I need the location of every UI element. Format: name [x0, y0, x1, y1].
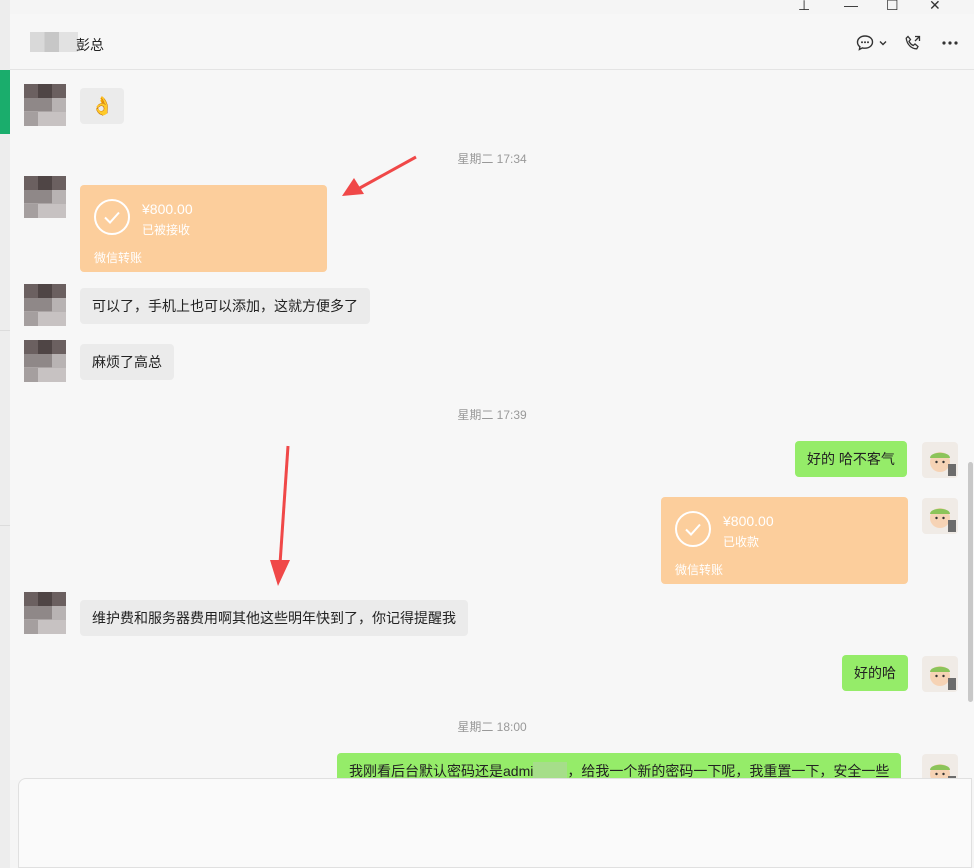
maximize-icon[interactable]: ☐ — [886, 0, 899, 14]
active-chat-indicator — [0, 70, 10, 134]
message-bubble[interactable]: 维护费和服务器费用啊其他这些明年快到了，你记得提醒我 — [80, 600, 468, 636]
sidebar-edge — [0, 0, 10, 868]
transfer-card-self[interactable]: ¥800.00 已收款 微信转账 — [661, 497, 908, 584]
check-circle-icon — [675, 511, 711, 547]
transfer-amount: ¥800.00 — [723, 513, 774, 529]
more-icon[interactable] — [940, 33, 960, 53]
divider — [0, 525, 10, 526]
avatar-self[interactable] — [922, 442, 958, 478]
chat-header: 彭总 — [10, 14, 974, 70]
message-text: ，给我一个新的密码一下呢，我重置一下，安全一些 — [567, 763, 890, 779]
message-bubble[interactable]: 👌 — [80, 88, 125, 124]
transfer-label: 微信转账 — [94, 251, 143, 265]
transfer-status: 已被接收 — [142, 223, 191, 237]
transfer-status: 已收款 — [723, 535, 760, 549]
minimize-icon[interactable]: — — [844, 0, 858, 14]
message-bubble-self[interactable]: 好的 哈不客气 — [795, 441, 907, 477]
transfer-label: 微信转账 — [675, 563, 724, 577]
avatar-self[interactable] — [922, 498, 958, 534]
scrollbar[interactable] — [968, 462, 973, 702]
pin-icon[interactable]: ⊥ — [798, 0, 810, 14]
annotation-arrow — [270, 445, 290, 586]
check-circle-icon — [94, 199, 130, 235]
transfer-card[interactable]: ¥800.00 已被接收 微信转账 — [80, 185, 327, 272]
message-text: 我刚看后台默认密码还是admi — [349, 763, 534, 779]
timestamp: 星期二 18:00 — [457, 720, 527, 734]
message-input[interactable] — [18, 778, 972, 868]
divider — [0, 330, 10, 331]
avatar-self[interactable] — [922, 656, 958, 692]
avatar[interactable] — [24, 176, 66, 218]
window-controls: ⊥ — ☐ ✕ — [774, 0, 974, 14]
avatar[interactable] — [24, 84, 66, 126]
chat-bubble-icon[interactable] — [855, 33, 875, 53]
chevron-down-icon[interactable] — [876, 33, 890, 53]
annotation-arrow — [342, 155, 417, 196]
close-icon[interactable]: ✕ — [929, 0, 941, 14]
blurred-name — [30, 32, 78, 52]
message-list[interactable]: 👌 星期二 17:34 ¥800.00 已被接收 微信转账 可以了，手机上也可以… — [10, 70, 974, 790]
transfer-amount: ¥800.00 — [142, 201, 193, 217]
message-bubble[interactable]: 可以了，手机上也可以添加，这就方便多了 — [80, 288, 370, 324]
chat-title: 彭总 — [76, 37, 104, 53]
avatar[interactable] — [24, 340, 66, 382]
avatar[interactable] — [24, 284, 66, 326]
phone-icon[interactable] — [903, 33, 923, 53]
message-bubble-self[interactable]: 好的哈 — [842, 655, 908, 691]
message-bubble[interactable]: 麻烦了高总 — [80, 344, 174, 380]
avatar[interactable] — [24, 592, 66, 634]
redacted-text — [533, 762, 568, 778]
timestamp: 星期二 17:34 — [457, 152, 527, 166]
timestamp: 星期二 17:39 — [457, 408, 527, 422]
